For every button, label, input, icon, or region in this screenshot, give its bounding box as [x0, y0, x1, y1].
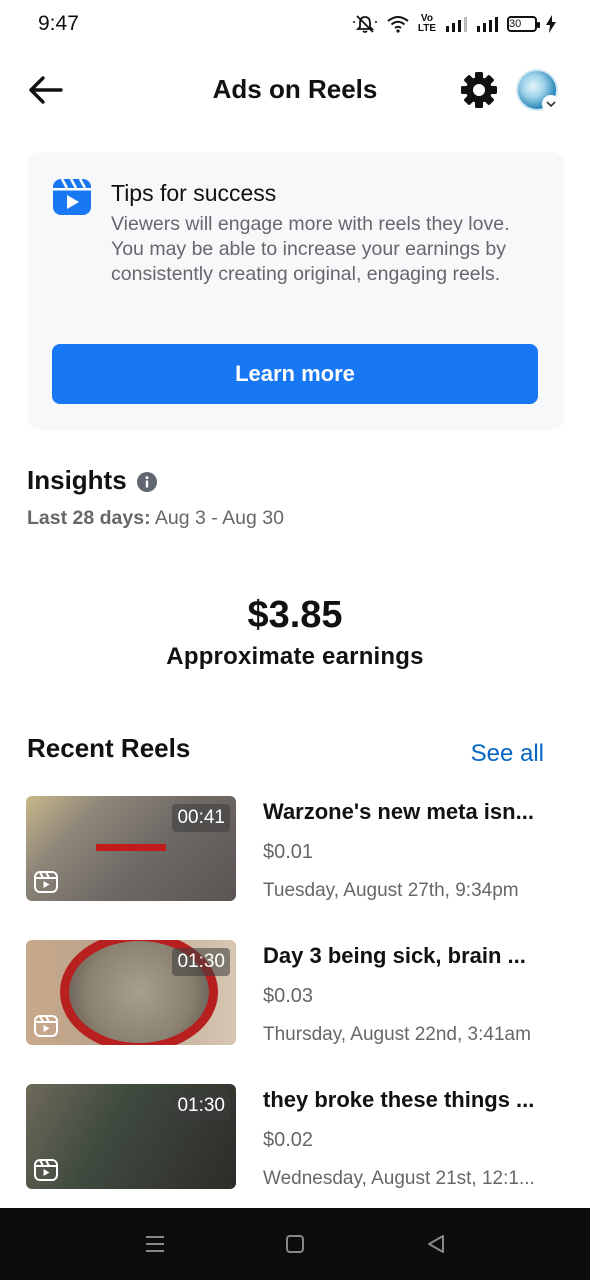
triangle-back-icon [428, 1235, 444, 1253]
reels-icon [34, 1159, 58, 1181]
signal-icon-2 [476, 16, 498, 32]
reel-item[interactable]: 01:30 they broke these things ... $0.02 … [26, 1084, 556, 1190]
range-value: Aug 3 - Aug 30 [154, 507, 284, 529]
status-bar: 9:47 Vo LTE 30 [0, 0, 590, 52]
page-title: Ads on Reels [212, 74, 378, 104]
system-nav-bar [0, 1208, 590, 1280]
tips-title: Tips for success [111, 180, 277, 206]
insights-date-range: Last 28 days: Aug 3 - Aug 30 [27, 507, 284, 530]
reel-date: Tuesday, August 27th, 9:34pm [263, 880, 519, 901]
reel-title: they broke these things ... [263, 1087, 535, 1112]
reel-date: Wednesday, August 21st, 12:1... [263, 1168, 535, 1189]
header: Ads on Reels [0, 62, 590, 118]
reel-thumbnail: 01:30 [26, 1084, 236, 1189]
reel-item[interactable]: 00:41 Warzone's new meta isn... $0.01 Tu… [26, 796, 556, 902]
reels-icon [34, 1015, 58, 1037]
learn-more-button[interactable]: Learn more [52, 344, 538, 404]
tips-card: Tips for success Viewers will engage mor… [28, 152, 564, 430]
reel-thumbnail: 00:41 [26, 796, 236, 901]
reel-item[interactable]: 01:30 Day 3 being sick, brain ... $0.03 … [26, 940, 556, 1046]
reel-duration: 01:30 [172, 948, 230, 976]
gear-icon [461, 72, 497, 108]
earnings-label: Approximate earnings [166, 643, 424, 670]
reels-icon [52, 178, 92, 216]
see-all-link[interactable]: See all [471, 740, 544, 768]
reel-earnings: $0.02 [263, 1129, 314, 1151]
reel-duration: 01:30 [172, 1092, 230, 1120]
avatar[interactable] [516, 69, 560, 113]
earnings-amount: $3.85 [247, 594, 343, 636]
back-nav-button[interactable] [422, 1230, 450, 1258]
reel-thumbnail: 01:30 [26, 940, 236, 1045]
home-button[interactable] [281, 1230, 309, 1258]
battery-icon: 30 [507, 16, 540, 32]
status-time: 9:47 [38, 12, 79, 35]
reel-earnings: $0.01 [263, 841, 314, 863]
thumbnail-decoration [96, 844, 166, 851]
chevron-down-icon [542, 95, 560, 113]
info-icon[interactable] [137, 472, 157, 492]
reel-title: Warzone's new meta isn... [263, 799, 534, 824]
range-label: Last 28 days: [27, 507, 151, 529]
signal-icon [445, 16, 467, 32]
mute-icon [352, 14, 378, 34]
status-icons: Vo LTE 30 [352, 14, 556, 34]
menu-button[interactable] [141, 1230, 169, 1258]
reel-earnings: $0.03 [263, 985, 314, 1007]
wifi-icon [387, 15, 409, 33]
reel-title: Day 3 being sick, brain ... [263, 943, 526, 968]
volte-icon: Vo LTE [417, 13, 436, 34]
reel-date: Thursday, August 22nd, 3:41am [263, 1024, 531, 1045]
charging-icon [546, 15, 556, 33]
reels-icon [34, 871, 58, 893]
reel-duration: 00:41 [172, 804, 230, 832]
home-icon [286, 1235, 304, 1253]
insights-title: Insights [27, 465, 127, 495]
menu-icon [146, 1236, 164, 1252]
tips-body: Viewers will engage more with reels they… [111, 213, 510, 285]
recent-reels-title: Recent Reels [27, 733, 191, 763]
settings-button[interactable] [458, 69, 500, 111]
